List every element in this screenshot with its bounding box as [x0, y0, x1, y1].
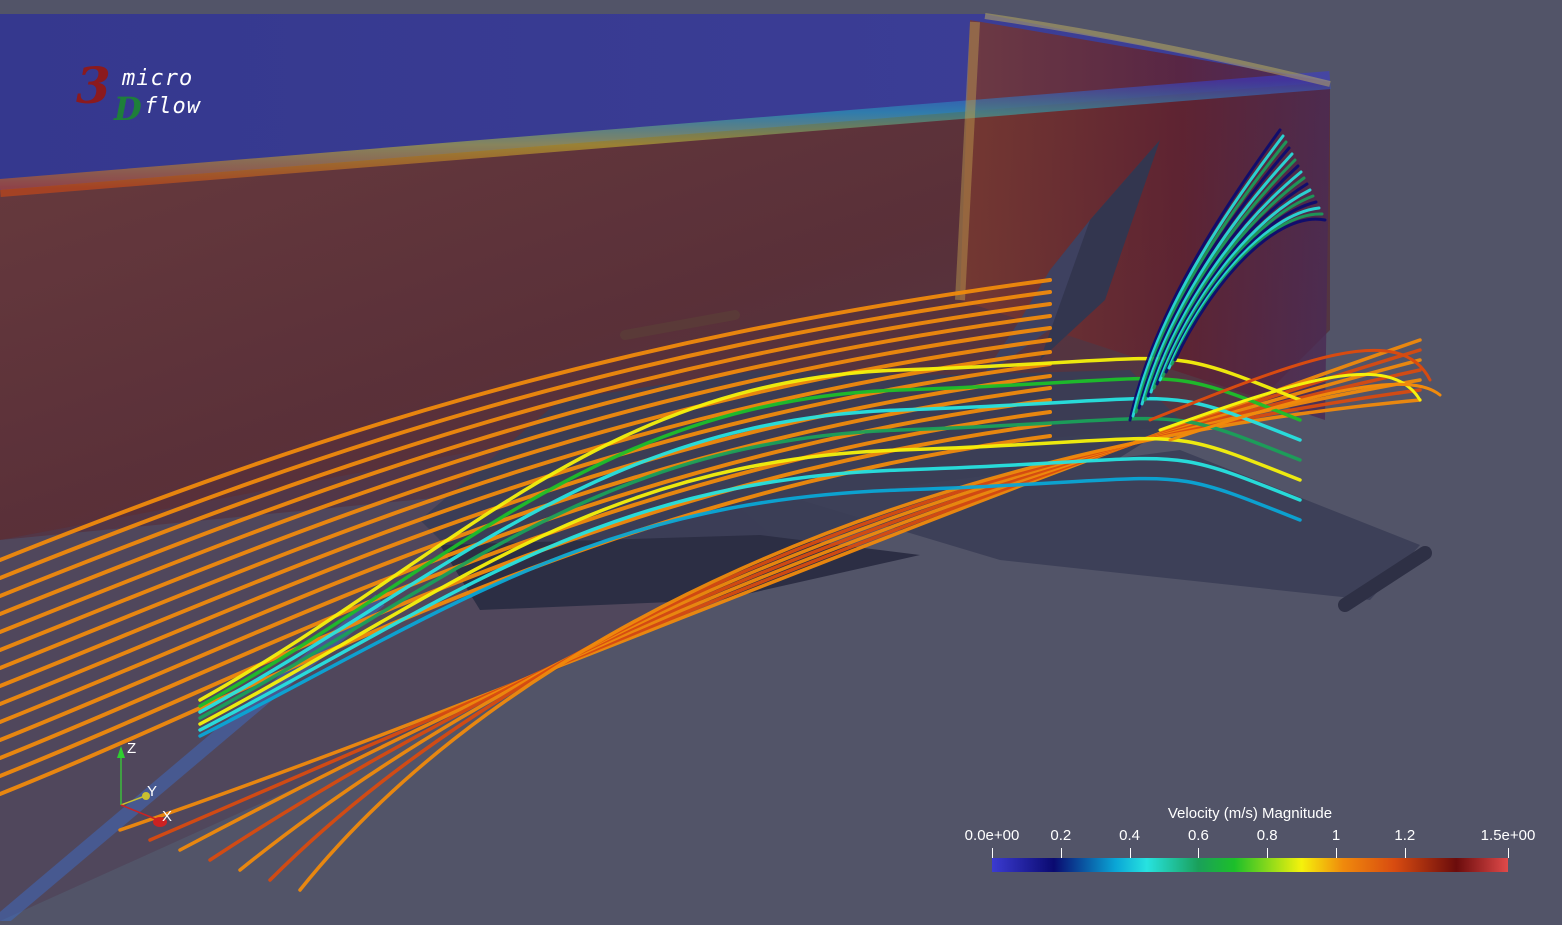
- legend-tick-mark: [1508, 848, 1509, 858]
- axis-label-y: Y: [147, 783, 158, 800]
- legend-colorbar: [992, 858, 1508, 872]
- legend-tick-mark: [1061, 848, 1062, 858]
- legend-tick-label: 0.6: [1187, 827, 1209, 844]
- legend-tick-label: 0.2: [1050, 827, 1072, 844]
- axis-label-x: X: [162, 808, 173, 825]
- legend-tick-label: 0.8: [1256, 827, 1278, 844]
- legend-tick-label: 1: [1331, 827, 1341, 844]
- legend-tick-mark: [1336, 848, 1337, 858]
- scene-svg: [0, 13, 1442, 925]
- legend-tick-mark: [1198, 848, 1199, 858]
- microflow-logo: 3 D micro flow: [74, 56, 224, 132]
- legend-tick-label: 1.5e+00: [1480, 827, 1536, 844]
- color-legend: Velocity (m/s) Magnitude 0.0e+00 0.2 0.4 0.…: [950, 800, 1550, 890]
- legend-tick-label: 0.0e+00: [964, 827, 1020, 844]
- logo-word-flow: flow: [144, 94, 201, 119]
- legend-title: Velocity (m/s) Magnitude: [1167, 805, 1333, 822]
- legend-tick-mark: [992, 848, 993, 858]
- legend-tick-mark: [1405, 848, 1406, 858]
- legend-tick-mark: [1267, 848, 1268, 858]
- legend-tick-label: 1.2: [1394, 827, 1416, 844]
- logo-word-micro: micro: [122, 66, 194, 91]
- render-viewport[interactable]: 3 D micro flow Z Y X Velocity (m/s) Magn…: [0, 0, 1562, 925]
- legend-tick-mark: [1130, 848, 1131, 858]
- logo-digit: 3: [76, 56, 111, 115]
- legend-tick-label: 0.4: [1119, 827, 1141, 844]
- logo-letter: D: [114, 90, 142, 128]
- axis-label-z: Z: [127, 740, 137, 757]
